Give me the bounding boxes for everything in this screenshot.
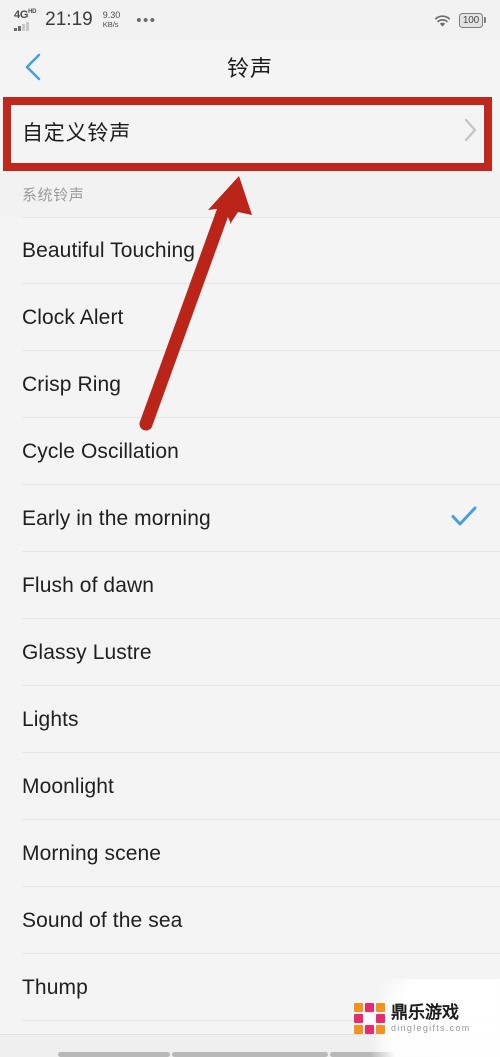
ringtone-label: Glassy Lustre xyxy=(22,640,152,664)
ringtone-row[interactable]: Beautiful Touching xyxy=(0,217,500,284)
network-hd-label: HD xyxy=(28,8,37,15)
app-header: 铃声 xyxy=(0,40,500,93)
ringtone-row[interactable]: Flush of dawn xyxy=(0,552,500,619)
status-bar-clock: 21:19 xyxy=(45,9,93,30)
ringtone-label: Moonlight xyxy=(22,774,114,798)
nav-button-recents[interactable] xyxy=(58,1052,170,1057)
battery-icon: 100 xyxy=(458,12,486,28)
overflow-dots-icon: ••• xyxy=(136,11,157,29)
custom-ringtone-label: 自定义铃声 xyxy=(22,122,131,145)
chevron-left-icon xyxy=(25,53,41,80)
checkmark-icon xyxy=(450,505,478,532)
ringtone-row[interactable]: Moonlight xyxy=(0,753,500,820)
section-header-system-ringtones: 系统铃声 xyxy=(0,171,500,217)
ringtone-label: Early in the morning xyxy=(22,506,211,530)
ringtone-row[interactable]: Morning scene xyxy=(0,820,500,887)
ringtone-label: Clock Alert xyxy=(22,305,124,329)
ringtone-label: Cycle Oscillation xyxy=(22,439,179,463)
network-speed: 9.30 KB/s xyxy=(102,10,121,29)
nav-button-back[interactable] xyxy=(330,1052,442,1057)
system-navigation-bar xyxy=(0,1034,500,1057)
network-speed-unit: KB/s xyxy=(102,19,119,29)
cellular-signal-icon: 4G HD xyxy=(14,7,36,33)
status-bar: 4G HD 21:19 9.30 KB/s ••• 100 xyxy=(0,0,500,40)
ringtone-row[interactable]: Early in the morning xyxy=(0,485,500,552)
wifi-icon xyxy=(434,14,451,27)
ringtone-label: Thump xyxy=(22,975,88,999)
ringtone-row[interactable]: Clock Alert xyxy=(0,284,500,351)
ringtone-label: Crisp Ring xyxy=(22,372,122,396)
watermark-url: dinglegifts.com xyxy=(391,1022,471,1033)
ringtone-label: Sound of the sea xyxy=(22,908,183,932)
ringtone-row[interactable]: Glassy Lustre xyxy=(0,619,500,686)
ringtone-label: Beautiful Touching xyxy=(22,238,196,262)
battery-cap xyxy=(484,17,486,23)
nav-button-home[interactable] xyxy=(172,1052,328,1057)
status-bar-right: 100 xyxy=(433,12,486,28)
ringtone-row[interactable]: Crisp Ring xyxy=(0,351,500,418)
custom-ringtone-section: 自定义铃声 xyxy=(0,93,500,171)
phone-screen: 4G HD 21:19 9.30 KB/s ••• 100 铃声 自定义铃声 系… xyxy=(0,0,500,1057)
signal-bars-icon xyxy=(14,21,29,31)
ringtone-row[interactable]: Cycle Oscillation xyxy=(0,418,500,485)
custom-ringtone-row[interactable]: 自定义铃声 xyxy=(0,93,500,171)
ringtone-row[interactable]: Sound of the sea xyxy=(0,887,500,954)
ringtone-label: Lights xyxy=(22,707,79,731)
back-button[interactable] xyxy=(16,50,50,84)
ringtone-list: Beautiful Touching Clock Alert Crisp Ring C… xyxy=(0,217,500,1021)
ringtone-label: Flush of dawn xyxy=(22,573,155,597)
status-bar-left: 4G HD 21:19 9.30 KB/s ••• xyxy=(14,7,157,33)
ringtone-row[interactable]: Lights xyxy=(0,686,500,753)
network-type-label: 4G xyxy=(14,8,29,21)
ringtone-label: Morning scene xyxy=(22,841,162,865)
battery-level-label: 100 xyxy=(458,12,483,28)
ringtone-row[interactable]: Thump xyxy=(0,954,500,1021)
chevron-right-icon xyxy=(462,117,478,148)
page-title: 铃声 xyxy=(226,55,273,81)
